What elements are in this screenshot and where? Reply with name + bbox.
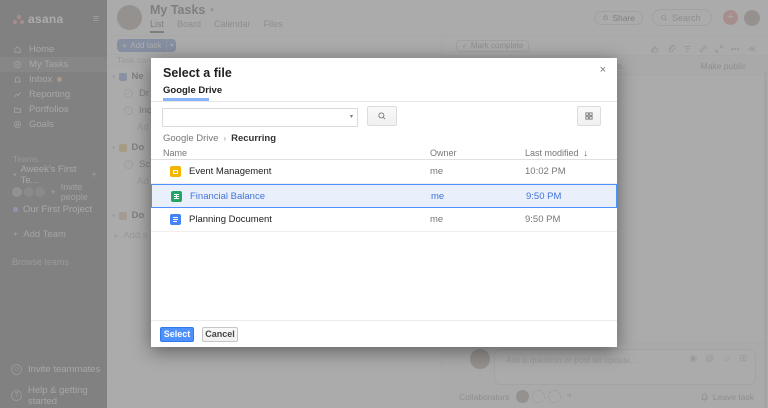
file-modified: 10:02 PM	[525, 166, 566, 177]
view-toggle-button[interactable]	[577, 106, 601, 126]
file-name: Planning Document	[189, 214, 272, 225]
column-last-modified[interactable]: Last modified ↓	[525, 148, 588, 158]
google-docs-icon	[170, 214, 181, 225]
search-icon	[377, 111, 387, 121]
dialog-tabs: Google Drive	[151, 83, 617, 102]
picker-search-input[interactable]	[162, 108, 358, 127]
close-icon[interactable]: ×	[600, 65, 606, 76]
table-header: Name Owner Last modified ↓	[151, 147, 617, 160]
breadcrumb-current: Recurring	[231, 133, 276, 144]
select-button[interactable]: Select	[160, 327, 194, 342]
grid-view-icon	[584, 111, 594, 121]
select-file-dialog: Select a file × Google Drive ▾ Google Dr…	[151, 58, 617, 347]
active-tab-underline	[163, 98, 209, 101]
picker-search-row: ▾	[151, 102, 617, 130]
column-owner[interactable]: Owner	[430, 148, 525, 158]
file-owner: me	[431, 191, 526, 202]
file-modified: 9:50 PM	[525, 214, 560, 225]
dialog-title: Select a file	[163, 66, 232, 80]
cancel-button[interactable]: Cancel	[202, 327, 238, 342]
google-slides-icon	[170, 166, 181, 177]
file-owner: me	[430, 166, 525, 177]
file-name: Event Management	[189, 166, 271, 177]
column-name[interactable]: Name	[151, 148, 430, 158]
file-modified: 9:50 PM	[526, 191, 561, 202]
google-sheets-icon	[171, 191, 182, 202]
column-last-modified-label: Last modified	[525, 148, 579, 158]
file-row-selected[interactable]: Financial Balance me 9:50 PM	[151, 184, 617, 208]
breadcrumb: Google Drive › Recurring	[151, 130, 617, 147]
breadcrumb-chevron-icon: ›	[223, 134, 226, 143]
sort-descending-icon[interactable]: ↓	[584, 148, 589, 158]
dialog-footer: Select Cancel	[151, 320, 617, 347]
file-owner: me	[430, 214, 525, 225]
file-name: Financial Balance	[190, 191, 265, 202]
app-screen: asana ≡ Home My Tasks Inbox Reporting	[0, 0, 768, 408]
picker-search-button[interactable]	[367, 106, 397, 126]
file-row[interactable]: Event Management me 10:02 PM	[151, 160, 617, 184]
breadcrumb-root[interactable]: Google Drive	[163, 133, 218, 144]
file-row[interactable]: Planning Document me 9:50 PM	[151, 208, 617, 232]
